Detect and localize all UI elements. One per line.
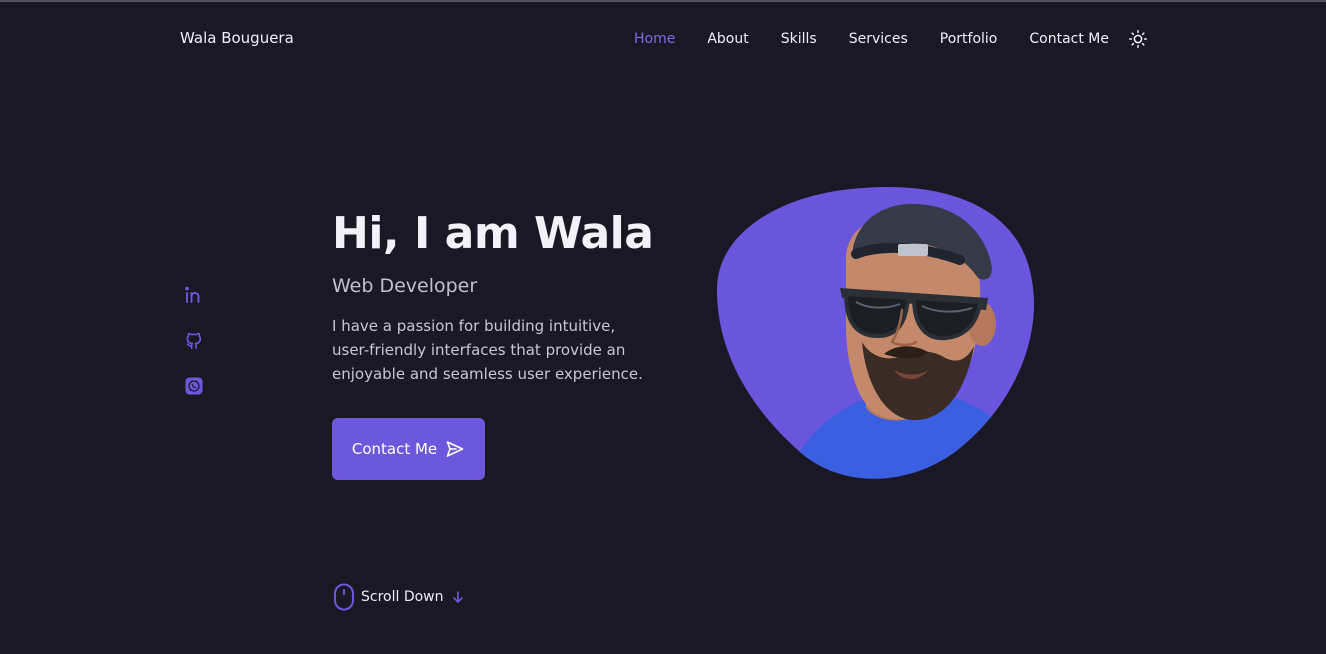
profile-image [716, 186, 1038, 486]
sun-icon [1129, 30, 1147, 48]
hero-description-line: enjoyable and seamless user experience. [332, 365, 643, 383]
contact-me-button-label: Contact Me [351, 440, 438, 458]
nav-item-services[interactable]: Services [849, 31, 908, 47]
scroll-down-link[interactable]: Scroll Down [333, 583, 464, 611]
github-link[interactable] [184, 330, 204, 350]
hero-description: I have a passion for building intuitive,… [332, 314, 672, 386]
whatsapp-link[interactable] [184, 376, 204, 396]
mouse-icon [334, 583, 354, 611]
nav-item-contact[interactable]: Contact Me [1029, 31, 1109, 47]
hero-subtitle: Web Developer [332, 275, 478, 297]
contact-me-button[interactable]: Contact Me [332, 418, 485, 480]
hero-description-line: user-friendly interfaces that provide an [332, 341, 626, 359]
theme-toggle-button[interactable] [1128, 29, 1148, 49]
hero-title: Hi, I am Wala [332, 208, 654, 259]
nav-item-home[interactable]: Home [634, 31, 675, 47]
nav-item-about[interactable]: About [707, 31, 748, 47]
main-nav: Home About Skills Services Portfolio Con… [634, 29, 1141, 49]
window-top-border [0, 0, 1326, 2]
nav-item-portfolio[interactable]: Portfolio [940, 31, 998, 47]
linkedin-icon [185, 286, 200, 303]
scroll-down-label: Scroll Down [361, 589, 444, 605]
github-icon [186, 332, 202, 349]
site-logo[interactable]: Wala Bouguera [180, 29, 294, 47]
arrow-down-icon [452, 591, 463, 603]
linkedin-link[interactable] [184, 285, 204, 305]
nav-item-skills[interactable]: Skills [781, 31, 817, 47]
hero-description-line: I have a passion for building intuitive, [332, 317, 616, 335]
send-icon [446, 441, 464, 457]
whatsapp-icon [185, 377, 203, 395]
